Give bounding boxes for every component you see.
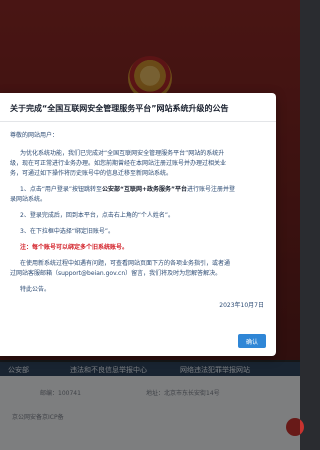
step-3: 3、在下拉框中选择“绑定旧账号”。 — [20, 228, 115, 235]
greeting: 尊敬的网站用户： — [10, 132, 59, 139]
intro-line: 级，现在可正常进行业务办理。如您前期曾经在本网站注册过账号并办理过相关业 — [10, 160, 227, 167]
help-line: 在使用新系统过程中如遇有问题，可查看网站页面下方的各项业务指引，或者通 — [20, 260, 231, 267]
closing: 特此公告。 — [20, 286, 51, 293]
dialog-header: 关于完成“全国互联网安全管理服务平台”网站系统升级的公告 — [0, 93, 276, 122]
step-1-suffix: 进行账号注册并登 — [186, 186, 235, 193]
note: 注：每个账号可以绑定多个旧系统账号。 — [20, 244, 129, 251]
step-1-platform-link: 公安部“互联网+政务服务”平台 — [102, 186, 187, 193]
step-1-prefix: 1、点击“用户登录”按钮跳转至 — [20, 186, 103, 193]
step-2: 2、登录完成后，回到本平台，点击右上角的“个人姓名”。 — [20, 212, 175, 219]
announcement-dialog: 关于完成“全国互联网安全管理服务平台”网站系统升级的公告 尊敬的网站用户： 为优… — [0, 93, 276, 356]
step-1-continued: 录网站系统。 — [10, 196, 47, 203]
confirm-button[interactable]: 确认 — [238, 334, 266, 348]
announcement-date: 2023年10月7日 — [219, 302, 264, 309]
intro-line: 为优化系统功能，我们已完成对“全国互联网安全管理服务平台”网站的系统升 — [20, 150, 225, 157]
step-1: 1、点击“用户登录”按钮跳转至公安部“互联网+政务服务”平台进行账号注册并登 — [20, 185, 235, 195]
intro-line: 务，可通过如下操作将历史账号中的信息迁移至新网站系统。 — [10, 170, 173, 177]
dialog-title: 关于完成“全国互联网安全管理服务平台”网站系统升级的公告 — [10, 104, 229, 113]
help-line: 过网站客服邮箱（support@beian.gov.cn）留言，我们将及时为您解… — [10, 270, 222, 277]
